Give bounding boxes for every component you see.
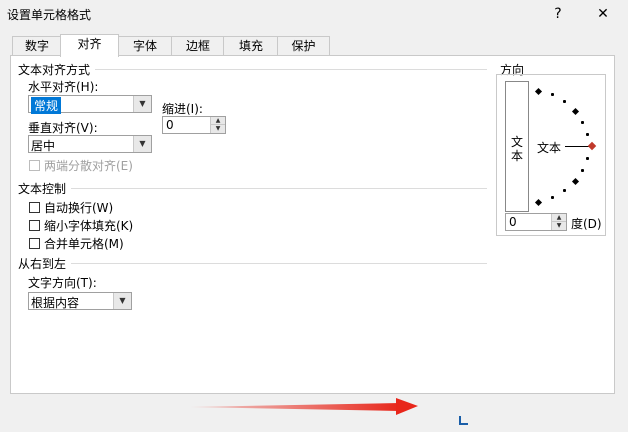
text-direction-select[interactable]: 根据内容 ▼: [28, 292, 132, 310]
divider: [95, 69, 487, 70]
horizontal-align-select[interactable]: 常规 ▼: [28, 95, 152, 114]
justify-distributed-checkbox[interactable]: [29, 160, 40, 171]
text-direction-label: 文字方向(T):: [28, 276, 97, 290]
orientation-handle[interactable]: [587, 141, 597, 151]
horizontal-text-label: 文本: [537, 141, 562, 155]
tab-font[interactable]: 字体: [117, 36, 173, 56]
shrink-to-fit-checkbox[interactable]: [29, 220, 40, 231]
justify-distributed-label: 两端分散对齐(E): [44, 159, 133, 173]
dialog-title: 设置单元格格式: [7, 8, 92, 22]
tab-number[interactable]: 数字: [12, 36, 62, 56]
spin-down-icon[interactable]: ▼: [211, 125, 225, 133]
orientation-marker-top[interactable]: [534, 87, 543, 96]
format-cells-dialog: 设置单元格格式 ? ✕ 数字 对齐 字体 边框 填充 保护 文本对齐方式 水平对…: [0, 0, 628, 432]
vertical-align-select[interactable]: 居中 ▼: [28, 135, 152, 153]
orientation-box: 文本 文本: [496, 74, 606, 236]
text-alignment-group-label: 文本对齐方式: [18, 63, 91, 77]
indent-label: 缩进(I):: [162, 102, 203, 116]
spin-down-icon[interactable]: ▼: [552, 222, 566, 230]
chevron-down-icon[interactable]: ▼: [133, 136, 151, 152]
help-button[interactable]: ?: [540, 0, 576, 28]
orientation-marker[interactable]: [571, 177, 580, 186]
indent-stepper[interactable]: 0 ▲ ▼: [162, 116, 226, 134]
wrap-text-checkbox[interactable]: [29, 202, 40, 213]
vertical-text-button[interactable]: 文本: [505, 81, 529, 212]
tab-protection[interactable]: 保护: [277, 36, 330, 56]
cursor-icon: [459, 416, 468, 425]
close-button[interactable]: ✕: [585, 0, 621, 28]
annotation-arrow: [190, 398, 418, 415]
wrap-text-label: 自动换行(W): [44, 201, 114, 215]
vertical-text-label: 文本: [511, 135, 524, 163]
tab-alignment[interactable]: 对齐: [60, 34, 119, 57]
chevron-down-icon[interactable]: ▼: [113, 293, 131, 309]
degree-label: 度(D): [571, 217, 602, 231]
orientation-marker[interactable]: [571, 107, 580, 116]
vertical-align-label: 垂直对齐(V):: [28, 121, 98, 135]
orientation-needle[interactable]: [565, 146, 589, 147]
tab-border[interactable]: 边框: [171, 36, 225, 56]
spin-up-icon[interactable]: ▲: [211, 117, 225, 125]
tab-fill[interactable]: 填充: [223, 36, 279, 56]
spin-up-icon[interactable]: ▲: [552, 214, 566, 222]
indent-value: 0: [166, 118, 174, 132]
horizontal-align-label: 水平对齐(H):: [28, 80, 99, 94]
degree-stepper[interactable]: 0 ▲ ▼: [505, 213, 567, 231]
rtl-group-label: 从右到左: [18, 257, 67, 271]
degree-value: 0: [509, 215, 517, 229]
text-control-group-label: 文本控制: [18, 182, 67, 196]
chevron-down-icon[interactable]: ▼: [133, 96, 151, 112]
divider: [71, 188, 487, 189]
text-direction-value: 根据内容: [31, 296, 80, 310]
vertical-align-value: 居中: [31, 139, 56, 153]
orientation-marker-bottom[interactable]: [534, 198, 543, 207]
merge-cells-label: 合并单元格(M): [44, 237, 124, 251]
divider: [71, 263, 487, 264]
merge-cells-checkbox[interactable]: [29, 238, 40, 249]
shrink-to-fit-label: 缩小字体填充(K): [44, 219, 134, 233]
horizontal-align-value: 常规: [31, 97, 62, 114]
